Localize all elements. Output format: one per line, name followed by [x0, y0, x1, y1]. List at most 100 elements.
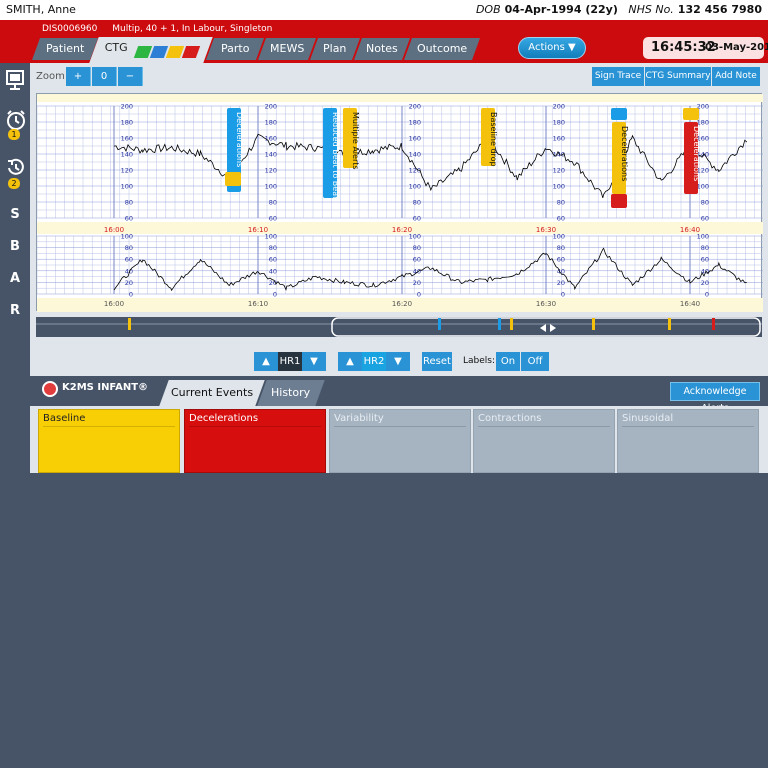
labels-on-button[interactable]: On: [496, 352, 520, 371]
tab-current-events[interactable]: Current Events: [159, 380, 265, 406]
y-tick-label: 200: [121, 103, 133, 111]
hr1-down-button[interactable]: ▼: [302, 352, 326, 371]
tab-label: CTG: [104, 41, 128, 54]
arrow-left-icon: [683, 108, 699, 120]
y-tick-label: 80: [269, 244, 277, 252]
x-tick-label: 16:20: [392, 300, 412, 308]
y-tick-label: 100: [409, 183, 421, 191]
y-tick-label: 0: [129, 291, 133, 299]
y-tick-label: 60: [269, 256, 277, 264]
y-tick-label: 140: [265, 151, 277, 159]
event-label: Baseline: [43, 413, 175, 427]
timeline-svg: [36, 317, 762, 337]
y-tick-label: 80: [269, 199, 277, 207]
monitor-icon[interactable]: [5, 69, 25, 95]
y-tick-label: 100: [265, 183, 277, 191]
patient-status: Multip, 40 + 1, In Labour, Singleton: [112, 24, 273, 34]
chevron-left-icon: [540, 324, 546, 332]
tab-outcome[interactable]: Outcome: [403, 38, 481, 60]
tab-mews[interactable]: MEWS: [257, 38, 317, 60]
event-label: Decelerations: [189, 413, 321, 427]
zoom-out-button[interactable]: −: [118, 67, 143, 86]
add-note-button[interactable]: Add Note: [712, 67, 760, 86]
y-tick-label: 100: [697, 183, 709, 191]
chart-controls: ▲ HR1 ▼ ▲ HR2 ▼ Reset Labels: On Off: [30, 348, 768, 372]
y-tick-label: 0: [705, 291, 709, 299]
y-tick-label: 60: [269, 215, 277, 223]
sbar-r-button[interactable]: R: [6, 303, 24, 318]
acknowledge-alerts-button[interactable]: Acknowledge Alerts: [670, 382, 760, 414]
y-tick-label: 60: [557, 256, 565, 264]
zoom-label: Zoom:: [36, 71, 69, 82]
ctg-summary-button[interactable]: CTG Summary: [645, 67, 711, 86]
y-tick-label: 100: [121, 233, 133, 241]
labels-off-button[interactable]: Off: [521, 352, 549, 371]
hr2-label: HR2: [362, 352, 386, 371]
tab-parto[interactable]: Parto: [205, 38, 265, 60]
y-tick-label: 20: [413, 279, 421, 287]
event-panel-variability[interactable]: Variability: [329, 409, 471, 473]
y-tick-label: 60: [413, 215, 421, 223]
y-tick-label: 80: [557, 244, 565, 252]
tab-patient[interactable]: Patient: [31, 38, 99, 60]
event-panel-contractions[interactable]: Contractions: [473, 409, 615, 473]
dob-value: 04-Apr-1994 (22y): [504, 3, 618, 16]
timeline-marker: [592, 318, 595, 330]
patient-demographics: DOB 04-Apr-1994 (22y) NHS No. 132 456 7980: [476, 3, 762, 16]
event-panels: Baseline Decelerations Variability Contr…: [30, 406, 768, 473]
nhs-label: NHS No.: [628, 3, 674, 16]
event-panel-sinusoidal[interactable]: Sinusoidal: [617, 409, 759, 473]
zoom-in-button[interactable]: +: [66, 67, 91, 86]
sign-trace-button[interactable]: Sign Trace: [592, 67, 644, 86]
x-tick-label: 16:40: [680, 300, 700, 308]
ctg-chart-svg: 16:0016:0016:1016:1016:2016:2016:3016:30…: [36, 94, 763, 312]
y-tick-label: 200: [409, 103, 421, 111]
y-tick-label: 100: [553, 233, 565, 241]
ctg-chart[interactable]: 16:00 16:00 16:10 16:10 16:20 16:20 16:30 16:30…: [36, 93, 763, 312]
sbar-s-button[interactable]: S: [6, 207, 24, 222]
y-tick-label: 80: [701, 199, 709, 207]
sidebar: 1 2 S B A R: [0, 63, 30, 473]
y-tick-label: 40: [269, 267, 277, 275]
event-label: Contractions: [478, 413, 610, 427]
y-tick-label: 60: [125, 256, 133, 264]
k2ms-logo: [42, 381, 58, 397]
patient-header: SMITH, Anne DOB 04-Apr-1994 (22y) NHS No.…: [0, 0, 768, 20]
chart-band: [37, 94, 763, 102]
y-tick-label: 60: [125, 215, 133, 223]
actions-label: Actions: [528, 42, 565, 53]
zoom-value[interactable]: 0: [92, 67, 117, 86]
arrow-right-icon: [611, 194, 627, 208]
hr2-up-button[interactable]: ▲: [338, 352, 362, 371]
trace-timeline[interactable]: [36, 317, 762, 337]
annotation-label: Decelerations: [235, 112, 244, 167]
hr1-up-button[interactable]: ▲: [254, 352, 278, 371]
tab-plan[interactable]: Plan: [309, 38, 361, 60]
sbar-a-button[interactable]: A: [6, 271, 24, 286]
clock-date: 03-May-2016: [705, 42, 768, 53]
y-tick-label: 160: [265, 135, 277, 143]
y-tick-label: 80: [125, 244, 133, 252]
tab-label: Parto: [220, 42, 250, 55]
annotation-label: Baseline drop: [489, 112, 498, 167]
event-panel-baseline[interactable]: Baseline: [38, 409, 180, 473]
event-panel-decelerations[interactable]: Decelerations: [184, 409, 326, 473]
patient-id-line: DIS0006960 Multip, 40 + 1, In Labour, Si…: [42, 24, 272, 34]
actions-button[interactable]: Actions ▼: [518, 37, 586, 59]
annotation-label: Decelerations: [692, 126, 701, 181]
x-tick-label: 16:30: [536, 300, 556, 308]
y-tick-label: 60: [701, 215, 709, 223]
timeline-marker: [668, 318, 671, 330]
y-tick-label: 200: [265, 103, 277, 111]
reset-button[interactable]: Reset: [422, 352, 452, 371]
tab-history[interactable]: History: [257, 380, 325, 406]
y-tick-label: 180: [553, 119, 565, 127]
timeline-marker: [498, 318, 501, 330]
timeline-marker: [510, 318, 513, 330]
y-tick-label: 80: [413, 199, 421, 207]
arrow-right-icon: [225, 172, 241, 186]
patient-id: DIS0006960: [42, 24, 98, 34]
hr2-down-button[interactable]: ▼: [386, 352, 410, 371]
tab-notes[interactable]: Notes: [353, 38, 411, 60]
sbar-b-button[interactable]: B: [6, 239, 24, 254]
